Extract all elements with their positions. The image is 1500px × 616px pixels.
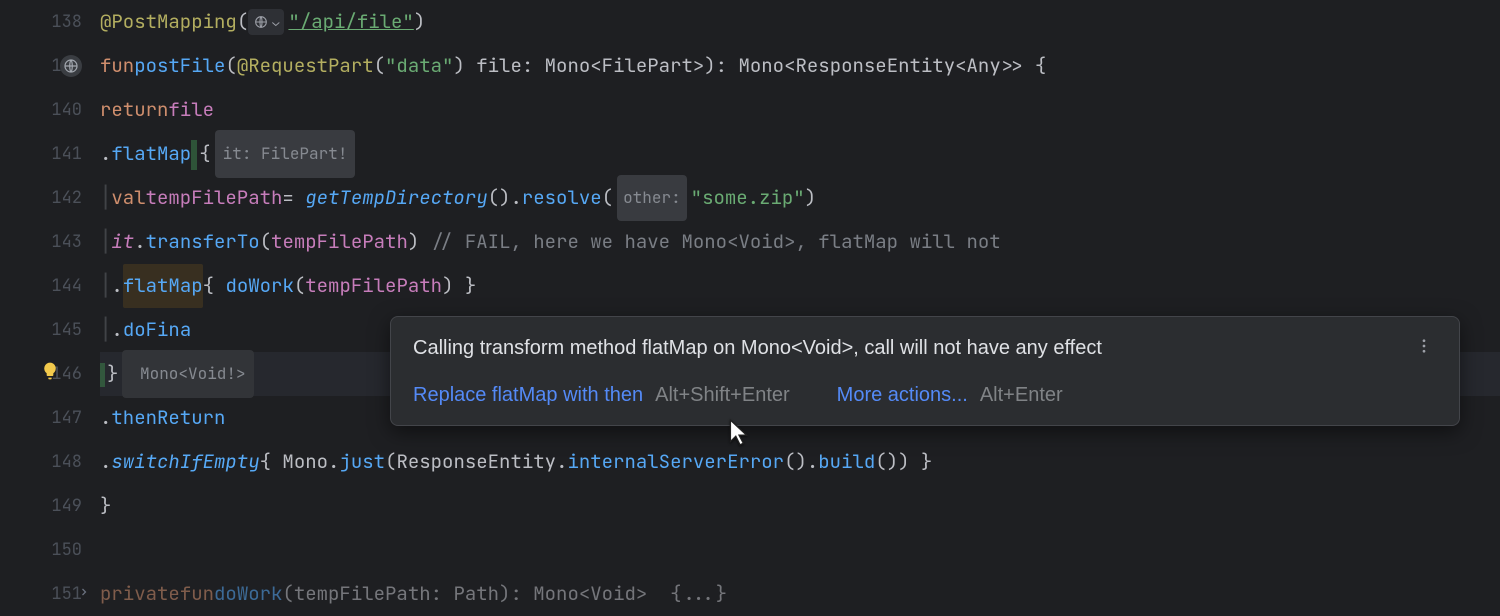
- gutter-row[interactable]: 143: [0, 220, 100, 264]
- line-number: 142: [51, 187, 82, 209]
- code-line[interactable]: .flatMap {it: FilePart!: [100, 132, 1500, 176]
- inlay-hint: it: FilePart!: [215, 130, 356, 178]
- line-number: 149: [51, 495, 82, 517]
- code-line[interactable]: │ .flatMap { doWork(tempFilePath) }: [100, 264, 1500, 308]
- shortcut-hint: Alt+Enter: [980, 384, 1063, 407]
- shortcut-hint: Alt+Shift+Enter: [655, 384, 790, 407]
- line-number: 147: [51, 407, 82, 429]
- url-chip[interactable]: ⌄: [248, 9, 284, 35]
- gutter-row[interactable]: 139: [0, 44, 100, 88]
- code-line[interactable]: │ it.transferTo(tempFilePath) // FAIL, h…: [100, 220, 1500, 264]
- gutter-row[interactable]: 146: [0, 352, 100, 396]
- code-line[interactable]: fun postFile(@RequestPart("data") file: …: [100, 44, 1500, 88]
- gutter-row[interactable]: 151: [0, 572, 100, 616]
- inspection-message: Calling transform method flatMap on Mono…: [413, 337, 1102, 360]
- line-number: 138: [51, 11, 82, 33]
- code-area[interactable]: @PostMapping(⌄"/api/file") fun postFile(…: [100, 0, 1500, 600]
- mouse-cursor-icon: [728, 418, 750, 454]
- line-number: 145: [51, 319, 82, 341]
- code-line[interactable]: private fun doWork(tempFilePath: Path): …: [100, 572, 1500, 616]
- intention-bulb-icon[interactable]: [40, 361, 60, 387]
- code-line[interactable]: [100, 528, 1500, 572]
- gutter: 138 139 140 141 142 143 144 145 146 147 …: [0, 0, 100, 600]
- code-line[interactable]: return file: [100, 88, 1500, 132]
- more-vert-icon[interactable]: [1411, 333, 1437, 364]
- code-line[interactable]: @PostMapping(⌄"/api/file"): [100, 0, 1500, 44]
- string-literal: "/api/file": [288, 0, 413, 44]
- line-number: 150: [51, 539, 82, 561]
- gutter-row[interactable]: 142: [0, 176, 100, 220]
- gutter-row[interactable]: 141: [0, 132, 100, 176]
- function-name: postFile: [134, 44, 225, 88]
- quick-fix-link[interactable]: Replace flatMap with then: [413, 384, 643, 407]
- more-actions-link[interactable]: More actions...: [837, 384, 968, 407]
- inlay-hint: other:: [617, 175, 687, 221]
- line-number: 141: [51, 143, 82, 165]
- gutter-row[interactable]: 144: [0, 264, 100, 308]
- annotation: @PostMapping: [100, 0, 237, 44]
- line-number: 140: [51, 99, 82, 121]
- gutter-row[interactable]: 138: [0, 0, 100, 44]
- gutter-row[interactable]: 149: [0, 484, 100, 528]
- inlay-hint: Mono<Void!>: [122, 350, 253, 398]
- line-number: 143: [51, 231, 82, 253]
- comment: // FAIL, here we have Mono<Void>, flatMa…: [431, 220, 1001, 264]
- code-line[interactable]: }: [100, 484, 1500, 528]
- gutter-row[interactable]: 147: [0, 396, 100, 440]
- gutter-row[interactable]: 145: [0, 308, 100, 352]
- endpoint-icon[interactable]: [60, 55, 82, 77]
- line-number: 148: [51, 451, 82, 473]
- line-number: 144: [51, 275, 82, 297]
- gutter-row[interactable]: 150: [0, 528, 100, 572]
- fold-expand-icon[interactable]: [78, 585, 90, 603]
- code-line[interactable]: .switchIfEmpty { Mono.just(ResponseEntit…: [100, 440, 1500, 484]
- code-line[interactable]: │ val tempFilePath = getTempDirectory().…: [100, 176, 1500, 220]
- inspection-popup: Calling transform method flatMap on Mono…: [390, 316, 1460, 426]
- code-editor: 138 139 140 141 142 143 144 145 146 147 …: [0, 0, 1500, 600]
- gutter-row[interactable]: 148: [0, 440, 100, 484]
- gutter-row[interactable]: 140: [0, 88, 100, 132]
